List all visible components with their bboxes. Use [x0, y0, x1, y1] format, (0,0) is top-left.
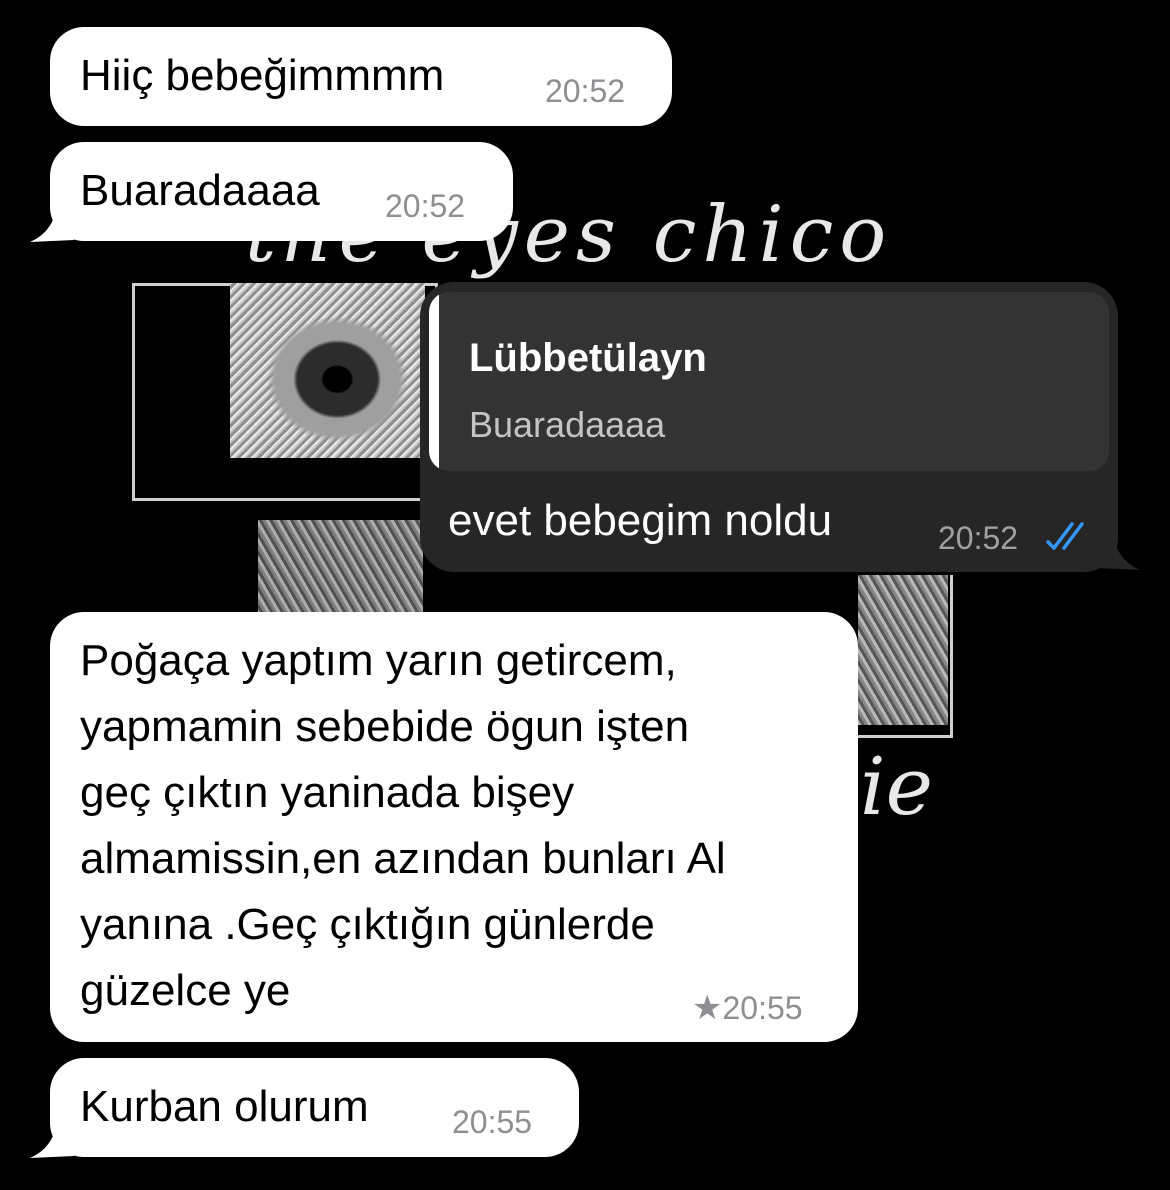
wallpaper-script-text-2: ie: [860, 740, 933, 833]
reply-quote[interactable]: Lübbetülayn Buaradaaaa: [429, 292, 1109, 471]
message-text: Hiiç bebeğimmmm: [80, 51, 445, 100]
incoming-message[interactable]: Hiiç bebeğimmmm 20:52: [50, 27, 672, 126]
bubble-tail: [30, 200, 74, 242]
message-text: Poğaça yaptım yarın getircem, yapmamin s…: [80, 636, 726, 1015]
message-text: Buaradaaaa: [80, 166, 320, 215]
reply-text: Buaradaaaa: [469, 404, 666, 445]
wallpaper-eye-photo: [230, 283, 425, 458]
message-time-value: 20:55: [722, 990, 803, 1026]
wallpaper-face-photo-2: [858, 575, 948, 725]
incoming-message[interactable]: Poğaça yaptım yarın getircem, yapmamin s…: [50, 612, 858, 1042]
message-time: ★20:55: [692, 988, 803, 1028]
wallpaper-face-photo: [258, 520, 423, 615]
message-time: 20:55: [452, 1104, 533, 1140]
incoming-message[interactable]: Kurban olurum 20:55: [50, 1058, 579, 1157]
bubble-tail: [30, 1116, 74, 1158]
message-text: evet bebegim noldu: [448, 496, 833, 545]
reply-author: Lübbetülayn: [469, 336, 707, 380]
incoming-message[interactable]: Buaradaaaa 20:52: [50, 142, 513, 241]
message-time: 20:52: [938, 520, 1019, 556]
reply-quote-bar: [429, 292, 439, 471]
double-check-icon: [1046, 522, 1084, 550]
bubble-tail: [1096, 528, 1140, 570]
outgoing-message[interactable]: Lübbetülayn Buaradaaaa evet bebegim nold…: [420, 282, 1118, 572]
star-icon: ★: [692, 989, 723, 1027]
message-text: Kurban olurum: [80, 1082, 369, 1131]
message-time: 20:52: [385, 188, 466, 224]
message-time: 20:52: [545, 73, 626, 109]
chat-view: the eyes chico ie Hiiç bebeğimmmm 20:52 …: [0, 0, 1170, 1190]
